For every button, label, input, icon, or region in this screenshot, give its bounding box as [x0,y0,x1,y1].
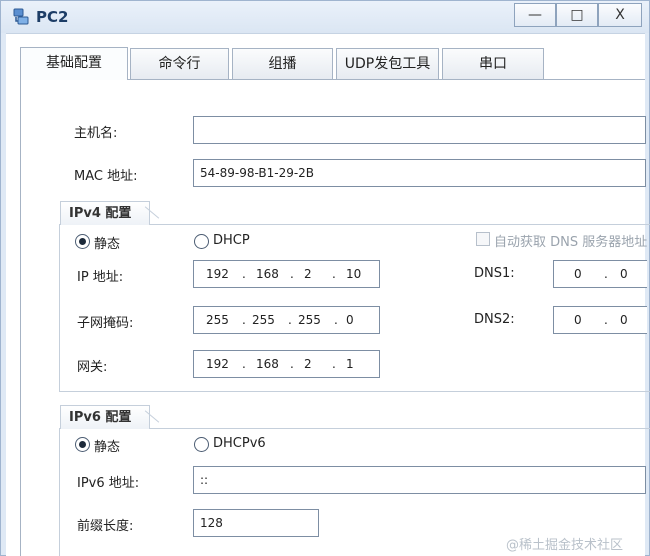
tab-serial-port[interactable]: 串口 [442,48,544,79]
prefix-length-label: 前缀长度: [77,519,134,534]
gw-octet-1: 192 [206,357,229,371]
ip-dot: . [242,357,246,371]
gateway-input[interactable]: 192 . 168 . 2 . 1 [193,350,380,378]
prefix-length-input[interactable]: 128 [193,509,319,537]
gw-octet-2: 168 [256,357,279,371]
tab-multicast[interactable]: 组播 [232,48,333,79]
ipv4-static-radio[interactable] [75,234,90,249]
pc-app-icon [13,8,29,25]
dns2-octet-1: 0 [574,313,582,327]
ipv6-group-title: IPv6 配置 [60,405,151,429]
close-button[interactable]: X [598,3,642,27]
ipv4-dhcp-radio[interactable] [194,234,209,249]
ip-address-input[interactable]: 192 . 168 . 2 . 10 [193,260,380,288]
ip-octet-1: 192 [206,267,229,281]
ipv6-static-radio[interactable] [75,437,90,452]
mask-octet-3: 255 [298,313,321,327]
gw-octet-3: 2 [304,357,312,371]
tab-command-line[interactable]: 命令行 [130,48,229,79]
dns1-label: DNS1: [474,266,515,281]
dns2-input[interactable]: 0 . 0 [553,306,647,334]
window-title: PC2 [36,8,69,26]
dns2-octet-2: 0 [620,313,628,327]
title-bar[interactable]: PC2 — □ X [1,1,649,33]
pc2-config-window: PC2 — □ X 基础配置 命令行 组播 UDP发包工具 串口 主机名: MA… [0,0,650,556]
ipv4-static-label: 静态 [94,237,121,252]
ip-octet-4: 10 [346,267,362,281]
gateway-label: 网关: [77,360,108,375]
ipv4-group-title: IPv4 配置 [60,201,151,225]
subnet-mask-input[interactable]: 255 . 255 . 255 . 0 [193,306,380,334]
dns1-octet-1: 0 [574,267,582,281]
ip-dot: . [290,267,294,281]
ip-dot: . [242,313,246,327]
ipv6-address-input[interactable]: :: [193,466,646,494]
ip-dot: . [604,313,608,327]
ipv6-address-label: IPv6 地址: [77,476,140,491]
mac-address-field: 54-89-98-B1-29-2B [193,159,646,187]
basic-config-panel: 主机名: MAC 地址: 54-89-98-B1-29-2B IPv4 配置 静… [20,79,650,556]
maximize-button[interactable]: □ [556,3,598,27]
ipv6-dhcpv6-label: DHCPv6 [213,436,266,451]
ip-dot: . [332,357,336,371]
dialog-client-area: 基础配置 命令行 组播 UDP发包工具 串口 主机名: MAC 地址: 54-8… [6,33,650,556]
maximize-icon: □ [570,7,584,23]
mac-label: MAC 地址: [74,169,138,184]
mask-octet-4: 0 [346,313,354,327]
subnet-mask-label: 子网掩码: [77,316,134,331]
auto-dns-label: 自动获取 DNS 服务器地址 [494,235,648,250]
ip-dot: . [332,267,336,281]
ipv4-dhcp-label: DHCP [213,233,250,248]
auto-dns-checkbox[interactable] [476,232,490,246]
ipv6-dhcpv6-radio[interactable] [194,437,209,452]
ip-dot: . [604,267,608,281]
ip-dot: . [334,313,338,327]
ip-dot: . [242,267,246,281]
ip-address-label: IP 地址: [77,270,124,285]
dns1-input[interactable]: 0 . 0 [553,260,647,288]
dns2-label: DNS2: [474,312,515,327]
tab-udp-tool[interactable]: UDP发包工具 [336,48,439,79]
gw-octet-4: 1 [346,357,354,371]
close-icon: X [615,7,625,23]
ip-octet-3: 2 [304,267,312,281]
hostname-input[interactable] [193,116,646,144]
ipv6-static-label: 静态 [94,440,121,455]
ip-dot: . [290,357,294,371]
mask-octet-1: 255 [206,313,229,327]
minimize-button[interactable]: — [514,3,556,27]
tab-basic-config[interactable]: 基础配置 [20,47,128,80]
ip-dot: . [288,313,292,327]
dns1-octet-2: 0 [620,267,628,281]
minimize-icon: — [528,7,542,23]
ip-octet-2: 168 [256,267,279,281]
mask-octet-2: 255 [252,313,275,327]
hostname-label: 主机名: [74,126,118,141]
watermark: @稀土掘金技术社区 [506,538,624,553]
